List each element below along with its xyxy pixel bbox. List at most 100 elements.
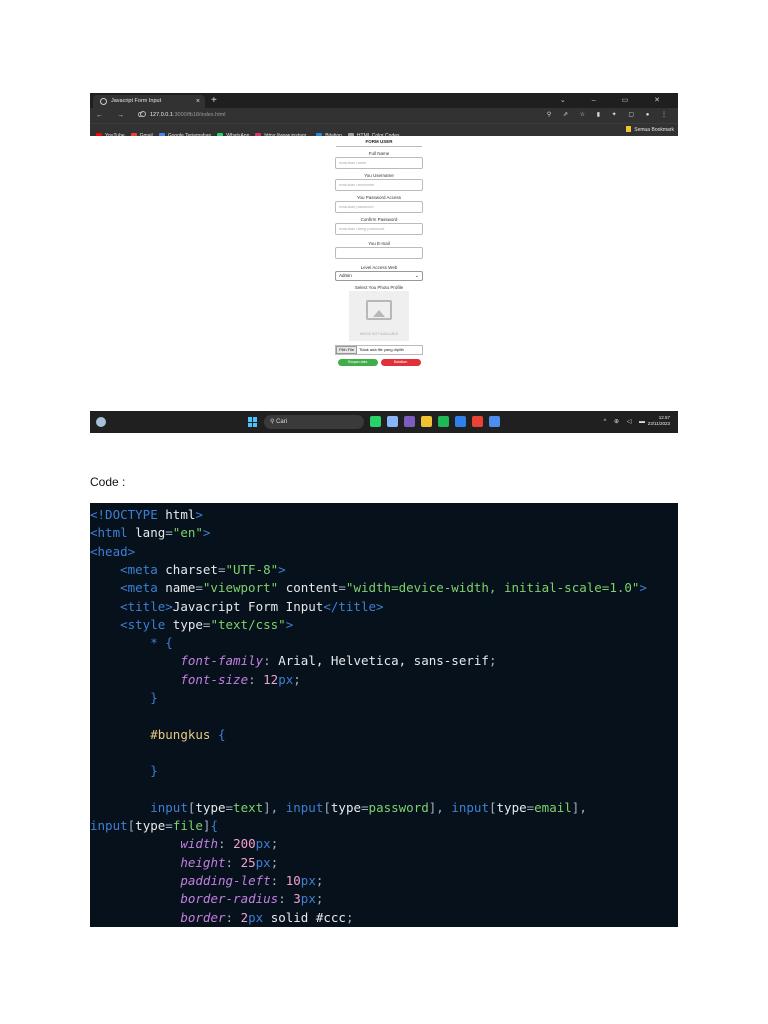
username-input[interactable]: masukan username [335,179,423,191]
code-token: content [278,580,339,596]
code-token: type [330,799,362,815]
password-input[interactable]: masukan password [335,201,423,213]
code-token: : [270,873,286,888]
taskbar-app-icon[interactable] [438,416,449,427]
code-token: { [165,635,173,651]
code-token: > [278,561,286,577]
code-line: } [150,762,158,780]
file-input[interactable]: Pilih File Tidak ada file yang dipilih [335,345,423,355]
code-line: <head> [90,543,135,561]
level-select[interactable]: Admin ⌄ [335,271,423,281]
code-line: <meta charset="UTF-8"> [120,561,286,579]
close-tab-icon[interactable]: × [196,95,200,108]
code-token: <head> [90,543,136,559]
taskbar-app-icon[interactable] [489,416,500,427]
code-line: height: 25px; [180,854,278,872]
photo-preview: IMAGE NOT AVAILABLE [349,291,409,341]
code-line: <meta name="viewport" content="width=dev… [120,579,647,597]
info-icon [140,111,146,117]
code-token: #bungkus [150,726,218,742]
code-token: html [165,507,196,522]
system-tray[interactable]: ^ ⊕ ◁ ▬ [604,411,648,433]
code-token: input [451,799,489,815]
code-token: border [180,909,226,925]
code-token: px [255,854,271,870]
code-token: <html [90,525,136,541]
code-token: : [218,836,234,852]
code-token: <meta [120,561,166,577]
chevron-down-icon: ⌄ [414,273,419,279]
code-token: border-radius [180,891,279,907]
code-token: Arial, Helvetica, sans-serif [278,653,489,669]
code-token: <title> [120,598,173,614]
new-tab-icon[interactable]: + [211,93,217,108]
taskbar-search[interactable]: ⚲ Cari [264,415,364,429]
code-line: width: 200px; [180,835,278,853]
code-token: } [150,763,158,779]
browser-tab[interactable]: Javacript Form Input × [93,95,205,108]
code-token: padding-left [180,873,271,888]
cancel-button[interactable]: Batalkan [380,359,421,366]
image-not-available-text: IMAGE NOT AVAILABLE [359,332,399,336]
code-block: <!DOCTYPE html> <html lang="en"> <head> <me… [90,503,678,927]
code-line: input[type=text], input[type=password], … [150,799,587,817]
code-token: ], [571,799,587,815]
save-button[interactable]: Simpan data [337,359,378,366]
code-token: = [165,525,173,541]
code-token: "viewport" [202,580,279,596]
code-token: height [180,854,226,870]
url-field[interactable]: 127.0.0.1:3000/fb18/index.html [140,110,330,121]
taskbar-search-label: Cari [276,419,288,425]
browser-screenshot: Javacript Form Input × + ⌄ – ▭ ✕ ← → C 1… [90,93,678,433]
code-token: type [195,799,226,815]
taskbar-app-icon[interactable] [404,416,415,427]
code-token: font-size [180,671,249,687]
code-token: text [233,799,264,815]
code-token: ; [315,891,324,907]
taskbar-app-icon[interactable] [370,416,381,427]
code-token: "width=device-width, initial-scale=1.0" [345,580,640,596]
code-token: <meta [120,580,166,596]
code-token: charset [165,561,218,577]
code-token: } [150,690,158,705]
code-token: = [195,580,203,596]
code-token: { [210,818,218,834]
code-token: 3 [293,891,301,907]
code-token: = [225,799,234,815]
code-token: file [172,818,203,834]
weather-widget-icon[interactable] [96,417,106,427]
code-token: px [255,836,271,852]
start-icon[interactable] [248,417,258,427]
code-token: 200 [233,836,256,852]
window-controls[interactable]: ⌄ – ▭ ✕ [560,93,672,108]
clock[interactable]: 12.57 23/11/2023 [648,415,670,427]
toolbar-icons[interactable]: ⚲ ⇗ ☆ ▮ ✦ ▢ ● ⋮ [547,108,672,123]
choose-file-button[interactable]: Pilih File [336,346,358,354]
code-token: : [225,909,241,925]
code-token: : [225,854,241,870]
code-token: input [285,799,324,815]
taskbar-app-icon[interactable] [421,416,432,427]
code-token: = [165,818,173,834]
taskbar-app-icon[interactable] [387,416,398,427]
taskbar-app-icon[interactable] [455,416,466,427]
code-token: : [278,891,294,907]
code-token: 2 [240,909,249,925]
code-token: type [135,818,166,834]
code-line: border: 2px solid #ccc; [180,909,353,927]
email-input[interactable] [335,247,423,259]
code-token: px [300,873,316,888]
code-token: ], [428,799,452,815]
code-line: <title>Javacript Form Input</title> [120,598,383,616]
code-token: font-family [180,653,264,669]
full-name-input[interactable]: masukan name [335,157,423,169]
code-token: <style [120,616,173,632]
level-selected: Admin [339,273,352,278]
code-token: Javacript Form Input [172,598,324,614]
windows-taskbar: ⚲ Cari ^ ⊕ ◁ ▬ 12.57 23/11/2023 [90,411,678,433]
code-token: "text/css" [210,616,286,632]
taskbar-app-icon[interactable] [472,416,483,427]
confirm-password-input[interactable]: masukan ulang password [335,223,423,235]
code-token: ; [270,854,279,870]
all-bookmarks[interactable]: Semua Bookmark [626,124,674,136]
